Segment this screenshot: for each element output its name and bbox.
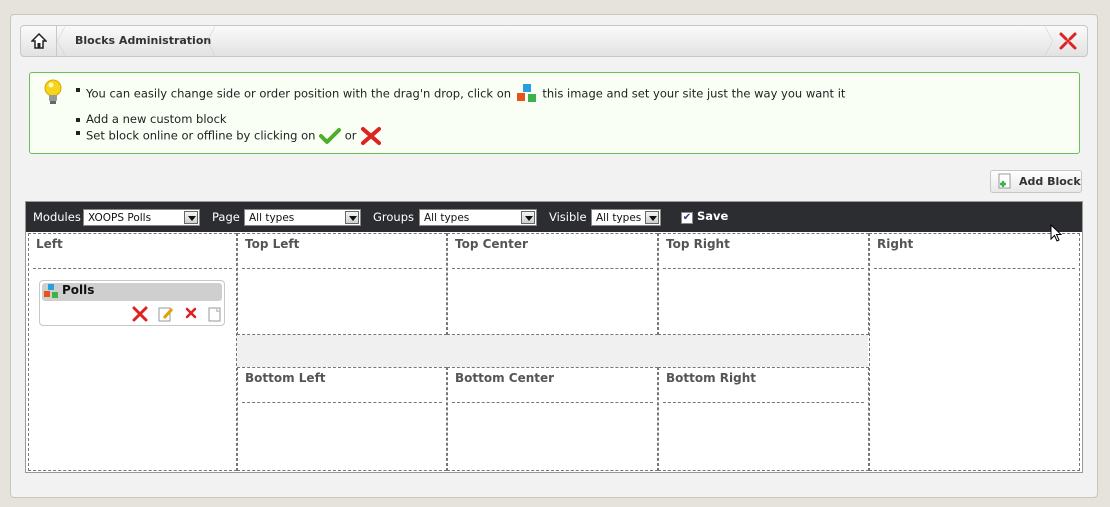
tip-text: or [344, 128, 357, 143]
home-button[interactable] [21, 26, 57, 56]
add-block-label: Add Block [1019, 175, 1081, 188]
zone-top-right[interactable]: Top Right [658, 233, 869, 335]
add-block-button[interactable]: Add Block [990, 170, 1082, 193]
add-document-icon [998, 173, 1011, 188]
chevron-down-icon [184, 211, 198, 224]
disable-icon[interactable] [184, 306, 198, 320]
filter-toolbar: Modules XOOPS Polls Page All types Group… [26, 202, 1082, 232]
zone-title: Right [877, 237, 914, 251]
visible-select[interactable]: All types [591, 209, 661, 226]
main-panel: Blocks Administration You can easily cha… [10, 14, 1098, 498]
zone-top-left[interactable]: Top Left [237, 233, 447, 335]
zone-right[interactable]: Right [869, 233, 1080, 471]
xoops-close-icon [1059, 32, 1077, 50]
edit-icon[interactable] [158, 306, 174, 322]
groups-select[interactable]: All types [419, 209, 537, 226]
zone-title: Top Left [245, 237, 300, 251]
zone-bottom-right[interactable]: Bottom Right [658, 367, 869, 471]
zone-bottom-center[interactable]: Bottom Center [447, 367, 658, 471]
modules-select-value: XOOPS Polls [88, 212, 152, 224]
chevron-down-icon [345, 211, 359, 224]
save-checkbox[interactable]: ✔ [681, 212, 693, 224]
tip-text: You can easily change side or order posi… [86, 86, 512, 101]
breadcrumb: Blocks Administration [20, 25, 1088, 57]
zone-title: Bottom Left [245, 371, 326, 385]
blocks-cubes-icon [516, 84, 536, 102]
page-select[interactable]: All types [244, 209, 361, 226]
breadcrumb-title[interactable]: Blocks Administration [75, 34, 211, 47]
zone-title: Top Center [455, 237, 528, 251]
modules-label: Modules [33, 210, 81, 224]
delete-icon[interactable] [132, 306, 148, 322]
tip-drag-drop: You can easily change side or order posi… [75, 83, 846, 105]
tips-list: You can easily change side or order posi… [75, 83, 846, 146]
block-item-polls[interactable]: Polls [39, 280, 225, 326]
breadcrumb-separator [1045, 26, 1053, 56]
breadcrumb-separator [207, 26, 215, 56]
blocks-layout-area: Modules XOOPS Polls Page All types Group… [25, 201, 1083, 473]
zone-divider [663, 268, 864, 269]
breadcrumb-separator [57, 26, 65, 56]
zone-divider [452, 402, 653, 403]
block-item-title: Polls [62, 283, 95, 297]
center-zone-strip [237, 335, 868, 367]
zone-divider [874, 268, 1075, 269]
visible-select-value: All types [596, 212, 642, 224]
home-icon [30, 33, 47, 49]
tip-text: Set block online or offline by clicking … [86, 128, 316, 143]
groups-label: Groups [373, 210, 415, 224]
cross-offline-icon [361, 127, 382, 145]
zone-title: Left [36, 237, 63, 251]
block-item-actions [132, 306, 222, 322]
zone-title: Bottom Right [666, 371, 757, 385]
check-online-icon [319, 128, 342, 144]
zone-bottom-left[interactable]: Bottom Left [237, 367, 447, 471]
mouse-cursor-icon [1050, 224, 1063, 242]
zone-divider [663, 402, 864, 403]
visible-label: Visible [549, 210, 587, 224]
zone-top-center[interactable]: Top Center [447, 233, 658, 335]
chevron-down-icon [645, 211, 659, 224]
page-label: Page [212, 210, 240, 224]
zone-divider [242, 402, 442, 403]
zone-left[interactable]: Left Polls [28, 233, 237, 471]
lightbulb-icon [44, 79, 62, 104]
tip-text: this image and set your site just the wa… [542, 86, 846, 101]
zone-divider [452, 268, 653, 269]
tip-text: Add a new custom block [86, 112, 227, 126]
blocks-cubes-icon [44, 284, 58, 298]
save-label[interactable]: Save [697, 209, 728, 223]
zone-title: Bottom Center [455, 371, 555, 385]
modules-select[interactable]: XOOPS Polls [83, 209, 200, 226]
zone-title: Top Right [666, 237, 730, 251]
page-select-value: All types [249, 212, 295, 224]
zone-divider [242, 268, 442, 269]
clone-icon[interactable] [208, 306, 222, 322]
tip-online-offline: Set block online or offline by clicking … [75, 126, 845, 146]
close-button[interactable] [1057, 30, 1079, 52]
chevron-down-icon [521, 211, 535, 224]
groups-select-value: All types [424, 212, 470, 224]
help-tips-box: You can easily change side or order posi… [29, 72, 1080, 154]
zone-divider [33, 268, 232, 269]
tip-add-block: Add a new custom block [75, 112, 845, 126]
